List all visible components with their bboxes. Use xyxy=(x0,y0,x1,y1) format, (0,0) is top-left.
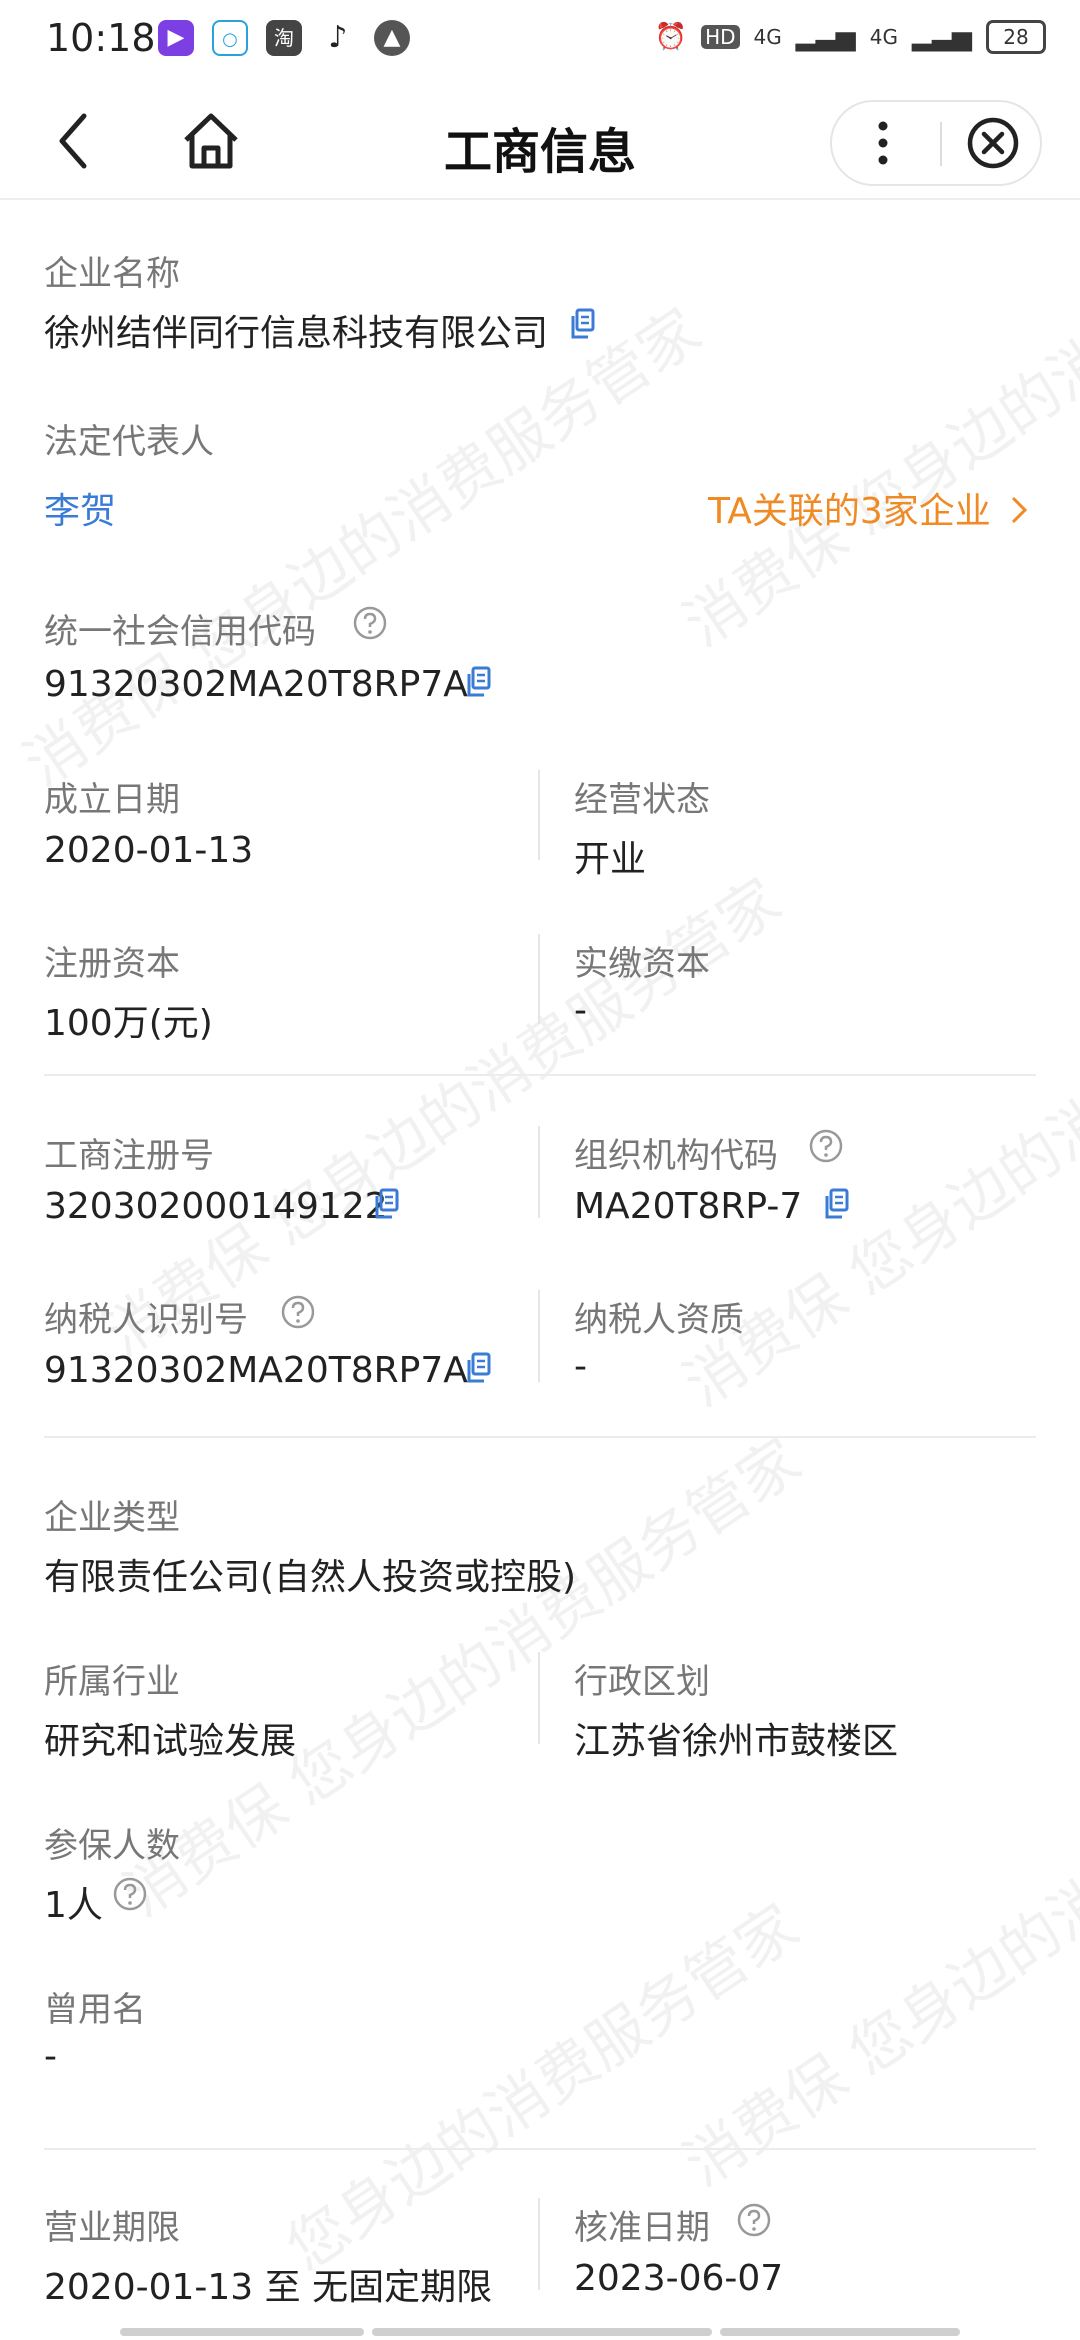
reg-no-value: 320302000149122 xyxy=(44,1186,388,1227)
taxpayer-id-label: 纳税人识别号 xyxy=(44,1300,248,1340)
company-type-value: 有限责任公司(自然人投资或控股) xyxy=(44,1557,577,1598)
watermark: 消费保 您身边的消费服务管家 xyxy=(11,295,714,801)
copy-icon[interactable] xyxy=(374,1188,400,1220)
column-divider xyxy=(538,1652,540,1744)
column-divider xyxy=(538,770,540,860)
video-app-icon: ▶ xyxy=(158,20,194,56)
alarm-icon: ⏰ xyxy=(654,22,688,52)
uscc-value: 91320302MA20T8RP7A xyxy=(44,664,468,705)
mini-program-capsule xyxy=(830,100,1042,186)
section-divider xyxy=(44,1074,1036,1076)
reg-capital-label: 注册资本 xyxy=(44,944,180,984)
battery-icon: 28 xyxy=(986,20,1046,54)
reg-capital-value: 100万(元) xyxy=(44,1003,213,1044)
capsule-divider xyxy=(940,122,942,166)
chat-app-icon: ○ xyxy=(212,20,248,56)
related-companies-label: TA关联的3家企业 xyxy=(708,491,991,532)
taxpayer-qual-value: - xyxy=(574,1346,587,1387)
company-name-value: 徐州结伴同行信息科技有限公司 xyxy=(44,313,549,354)
approved-label: 核准日期 xyxy=(574,2208,710,2248)
help-icon[interactable] xyxy=(112,1876,148,1912)
nav-bar: 工商信息 xyxy=(0,84,1080,200)
watermark: 您身边的消费服务管家 xyxy=(274,1891,812,2285)
signal-icon: ▂▃▅ xyxy=(795,22,856,52)
bank-app-icon: ▲ xyxy=(374,20,410,56)
bottom-indicator xyxy=(720,2328,960,2336)
paid-capital-value: - xyxy=(574,990,587,1031)
network-label-1: 4G xyxy=(753,25,782,49)
hd-icon: HD xyxy=(701,25,740,49)
term-label: 营业期限 xyxy=(44,2208,180,2248)
system-icons: ⏰ HD 4G ▂▃▅ 4G ▂▃▅ 28 xyxy=(655,20,1046,54)
company-type-label: 企业类型 xyxy=(44,1498,180,1538)
close-circle-icon xyxy=(967,117,1019,169)
column-divider xyxy=(538,2198,540,2290)
watermark: 消费保 您身边的消费服务管家 xyxy=(671,155,1080,661)
bottom-indicator xyxy=(120,2328,364,2336)
section-divider xyxy=(44,1436,1036,1438)
taxpayer-id-value: 91320302MA20T8RP7A xyxy=(44,1350,468,1391)
company-name-label: 企业名称 xyxy=(44,254,180,294)
help-icon[interactable] xyxy=(280,1294,316,1330)
copy-icon[interactable] xyxy=(824,1188,850,1220)
uscc-label: 统一社会信用代码 xyxy=(44,612,316,652)
term-value: 2020-01-13 至 无固定期限 xyxy=(44,2267,493,2308)
industry-value: 研究和试验发展 xyxy=(44,1721,297,1762)
reg-no-label: 工商注册号 xyxy=(44,1136,214,1176)
insured-value: 1人 xyxy=(44,1885,103,1926)
section-divider xyxy=(44,2148,1036,2150)
copy-icon[interactable] xyxy=(466,1352,492,1384)
notification-icons: ▶ ○ 淘 ♪ ▲ xyxy=(158,20,410,56)
approved-value: 2023-06-07 xyxy=(574,2258,784,2299)
related-companies-link[interactable]: TA关联的3家企业 xyxy=(708,482,1030,534)
column-divider xyxy=(538,1126,540,1218)
former-name-label: 曾用名 xyxy=(44,1990,146,2030)
region-label: 行政区划 xyxy=(574,1662,710,1702)
org-code-label: 组织机构代码 xyxy=(574,1136,778,1176)
more-vertical-icon xyxy=(878,121,888,165)
industry-label: 所属行业 xyxy=(44,1662,180,1702)
paid-capital-label: 实缴资本 xyxy=(574,944,710,984)
help-icon[interactable] xyxy=(808,1128,844,1164)
copy-icon[interactable] xyxy=(570,308,596,340)
close-button[interactable] xyxy=(960,110,1026,176)
founded-value: 2020-01-13 xyxy=(44,830,254,871)
insured-label: 参保人数 xyxy=(44,1826,180,1866)
former-name-value: - xyxy=(44,2036,57,2077)
region-value: 江苏省徐州市鼓楼区 xyxy=(574,1721,899,1762)
taxpayer-qual-label: 纳税人资质 xyxy=(574,1300,744,1340)
column-divider xyxy=(538,934,540,1024)
founded-label: 成立日期 xyxy=(44,780,180,820)
tiktok-icon: ♪ xyxy=(320,20,356,56)
copy-icon[interactable] xyxy=(466,666,492,698)
column-divider xyxy=(538,1290,540,1382)
status-value: 开业 xyxy=(574,839,647,880)
bottom-indicator xyxy=(372,2328,712,2336)
legal-rep-label: 法定代表人 xyxy=(44,422,214,462)
help-icon[interactable] xyxy=(352,605,388,641)
taobao-icon: 淘 xyxy=(266,20,302,56)
status-label: 经营状态 xyxy=(574,780,710,820)
more-button[interactable] xyxy=(850,110,916,176)
status-time: 10:18 xyxy=(46,16,156,60)
network-label-2: 4G xyxy=(869,25,898,49)
signal-icon: ▂▃▅ xyxy=(912,22,972,52)
help-icon[interactable] xyxy=(736,2202,772,2238)
legal-rep-link[interactable]: 李贺 xyxy=(44,482,116,534)
org-code-value: MA20T8RP-7 xyxy=(574,1186,803,1227)
chevron-right-icon xyxy=(1012,496,1028,524)
status-bar: 10:18 ▶ ○ 淘 ♪ ▲ ⏰ HD 4G ▂▃▅ 4G ▂▃▅ 28 xyxy=(0,0,1080,84)
